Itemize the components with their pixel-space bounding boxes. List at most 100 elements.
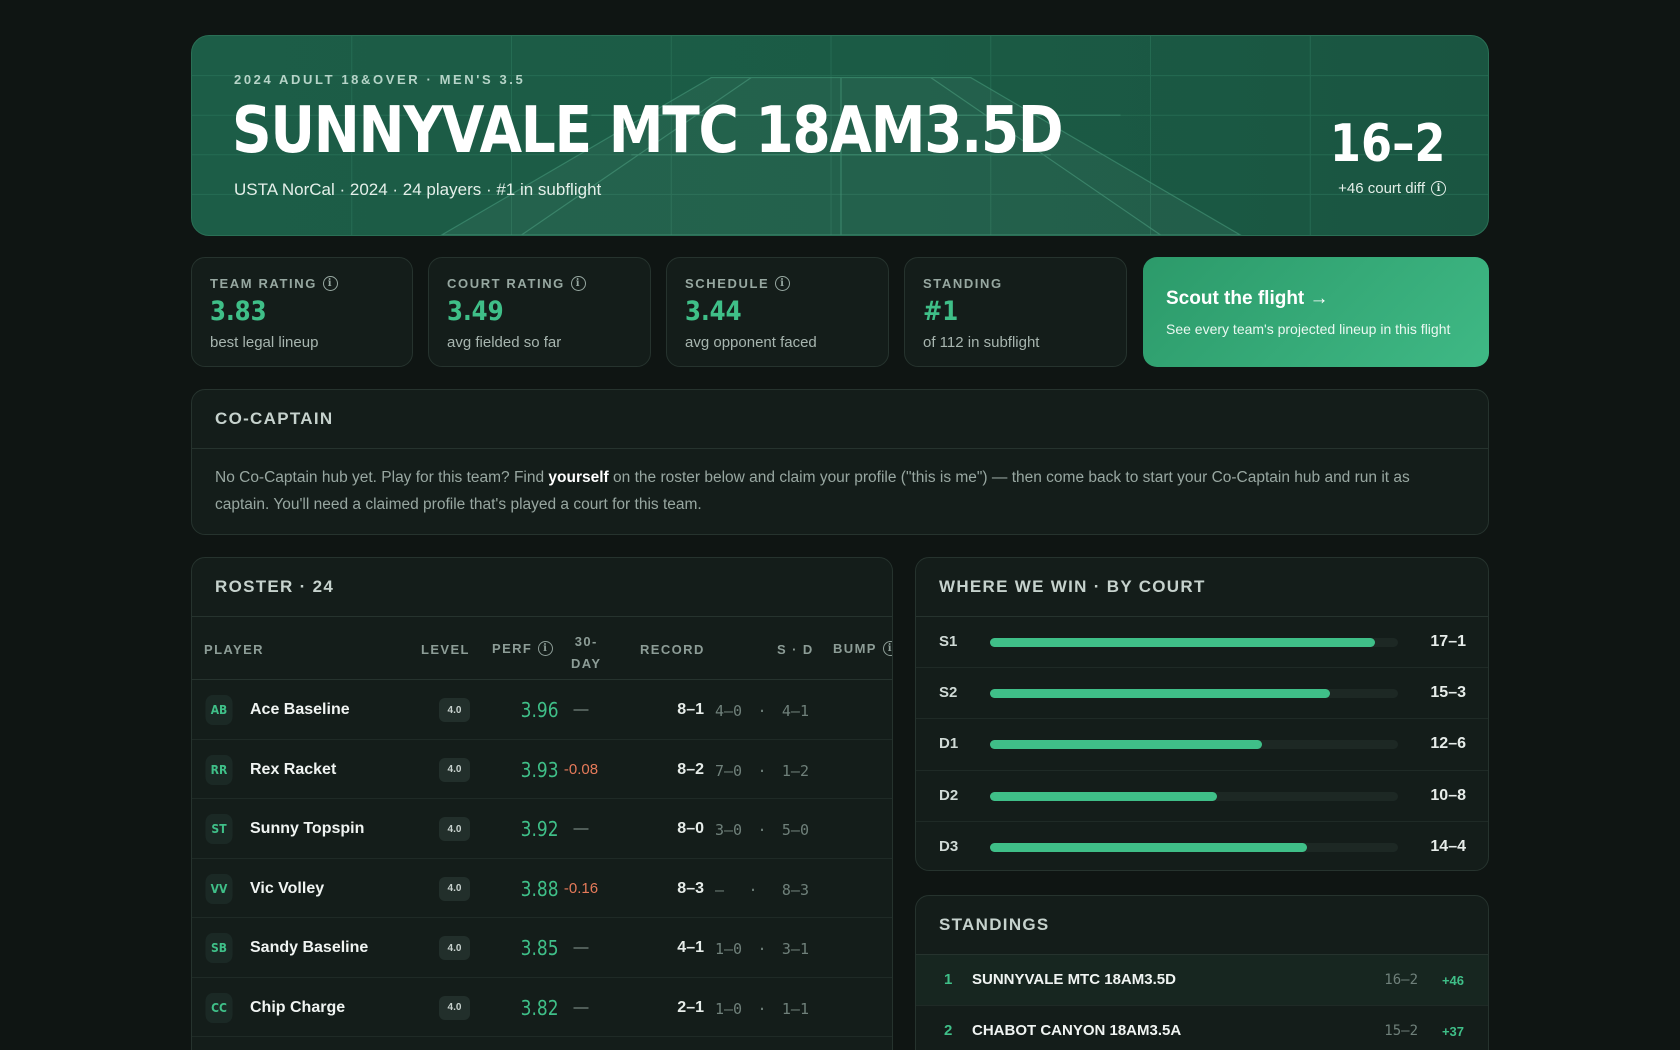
player-record: 4–1	[677, 939, 704, 956]
thirty-day-change: —	[573, 820, 589, 837]
col-record[interactable]: RECORD	[640, 642, 705, 657]
court-label: S2	[939, 684, 958, 702]
player-name[interactable]: Sunny Topspin	[250, 820, 364, 838]
stat-note: best legal lineup	[210, 334, 319, 351]
standing-team[interactable]: CHABOT CANYON 18AM3.5A	[972, 1022, 1181, 1039]
roster-row[interactable]: VV Vic Volley 4.0 3.88 -0.16 8–3— · 8–3	[192, 859, 892, 918]
court-row: S2 15–3	[916, 668, 1488, 720]
court-label: D2	[939, 786, 959, 804]
player-name[interactable]: Chip Charge	[250, 999, 345, 1017]
page: 2024 ADULT 18&OVER · MEN'S 3.5 SUNNYVALE…	[191, 35, 1489, 1050]
info-icon[interactable]: i	[775, 276, 791, 291]
info-icon[interactable]: i	[570, 276, 586, 291]
col-level[interactable]: LEVEL	[421, 642, 470, 657]
info-icon[interactable]: i	[1431, 181, 1446, 196]
standing-row[interactable]: 1 SUNNYVALE MTC 18AM3.5D 16–2 +46	[916, 955, 1488, 1006]
court-row: D3 14–4	[916, 822, 1488, 873]
stat-card-standing: STANDING #1 of 112 in subflight	[904, 257, 1127, 367]
separator-dot: ·	[757, 940, 767, 958]
doubles-record: 8–3	[781, 880, 809, 899]
roster-heading: ROSTER · 24	[192, 558, 892, 617]
stat-label: COURT RATING i	[447, 276, 586, 291]
player-name[interactable]: Ace Baseline	[250, 701, 350, 719]
player-name[interactable]: Sandy Baseline	[250, 939, 368, 957]
roster-row[interactable]: SB Sandy Baseline 4.0 3.85—4–1 1–0 · 3–1	[192, 918, 892, 978]
stat-value: 3.83	[210, 296, 267, 327]
roster-row[interactable]: RR Rex Racket 4.0 3.93 -0.08 8–2 7–0 · 1–2	[192, 740, 892, 799]
doubles-record: 4–1	[781, 702, 809, 720]
singles-doubles-record: 1–0 · 3–1	[715, 940, 809, 958]
co-captain-panel: CO-CAPTAIN No Co-Captain hub yet. Play f…	[191, 389, 1489, 535]
co-captain-heading: CO-CAPTAIN	[192, 390, 1488, 449]
court-diff-label: +46 court diff	[1338, 180, 1425, 197]
standing-diff: +46	[1441, 973, 1464, 988]
win-rate-track	[990, 842, 1398, 852]
col-bump[interactable]: BUMP i	[833, 641, 892, 656]
stat-card-court-rating: COURT RATING i 3.49 avg fielded so far	[428, 257, 651, 367]
court-row: S1 17–1	[916, 617, 1488, 669]
level-badge: 4.0	[439, 817, 470, 841]
team-record: 16–2	[1330, 114, 1446, 174]
level-badge: 4.0	[439, 995, 470, 1020]
thirty-day-change: —	[573, 701, 589, 718]
info-icon[interactable]: i	[882, 641, 892, 656]
player-record: 8–2	[677, 760, 704, 778]
roster-row[interactable]: CC Chip Charge 4.0 3.82—2–1 1–0 · 1–1	[192, 978, 892, 1037]
standing-row[interactable]: 2 CHABOT CANYON 18AM3.5A 15–2 +37	[916, 1006, 1488, 1050]
standing-rows: 1 SUNNYVALE MTC 18AM3.5D 16–2 +46 2 CHABOT CA…	[916, 955, 1488, 1050]
player-name[interactable]: Rex Racket	[250, 761, 336, 779]
player-avatar: VV	[205, 873, 233, 904]
court-row: D2 10–8	[916, 771, 1488, 822]
stat-cards: TEAM RATING i 3.83 best legal lineup COUR…	[191, 257, 1489, 367]
singles-doubles-record: — · 8–3	[715, 881, 809, 899]
team-hero-banner: 2024 ADULT 18&OVER · MEN'S 3.5 SUNNYVALE…	[191, 35, 1489, 236]
win-rate-bar	[990, 791, 1217, 801]
roster-row[interactable]: AB Ace Baseline 4.0 3.96—8–1 4–0 · 4–1	[192, 680, 892, 740]
thirty-day-change: -0.08	[563, 760, 599, 778]
court-diff: +46 court diff i	[1338, 180, 1446, 197]
scout-title: Scout the flight →	[1166, 288, 1329, 309]
thirty-day-change: —	[573, 939, 589, 956]
standing-team[interactable]: SUNNYVALE MTC 18AM3.5D	[972, 971, 1176, 988]
stat-card-team-rating: TEAM RATING i 3.83 best legal lineup	[191, 257, 413, 367]
standing-record: 15–2	[1384, 1023, 1418, 1039]
scout-desc: See every team's projected lineup in thi…	[1166, 321, 1451, 337]
player-record: 8–3	[677, 879, 704, 897]
stat-note: avg fielded so far	[447, 334, 562, 351]
standing-record: 16–2	[1384, 972, 1418, 988]
where-we-win-panel: WHERE WE WIN · BY COURT S1 17–1 S2 15–3 D1 12…	[915, 557, 1489, 871]
court-record: 12–6	[1430, 735, 1466, 753]
stat-card-schedule: SCHEDULE i 3.44 avg opponent faced	[666, 257, 889, 367]
stat-value: #1	[923, 296, 959, 327]
win-rate-bar	[990, 689, 1330, 699]
stat-note: of 112 in subflight	[923, 334, 1040, 351]
col-player[interactable]: PLAYER	[204, 642, 264, 657]
info-icon[interactable]: i	[538, 641, 554, 656]
singles-record: 1–0	[715, 940, 743, 958]
player-name[interactable]: Vic Volley	[250, 880, 324, 898]
win-rate-track	[990, 689, 1398, 699]
doubles-record: 5–0	[781, 821, 809, 839]
separator-dot: ·	[748, 880, 758, 899]
standings-heading: STANDINGS	[916, 896, 1488, 955]
stat-label: STANDING	[923, 276, 1003, 291]
col-30-day[interactable]: 30- DAY	[571, 631, 601, 675]
separator-dot: ·	[757, 999, 767, 1018]
col-perf[interactable]: PERF i	[492, 641, 554, 656]
info-icon[interactable]: i	[322, 276, 338, 291]
court-label: D3	[939, 837, 959, 855]
player-avatar: AB	[205, 695, 233, 725]
singles-doubles-record: 4–0 · 4–1	[715, 702, 809, 720]
roster-row[interactable]: ST Sunny Topspin 4.0 3.92—8–0 3–0 · 5–0	[192, 799, 892, 859]
col-sd[interactable]: S · D	[777, 642, 814, 657]
team-subtitle: USTA NorCal · 2024 · 24 players · #1 in …	[234, 180, 602, 199]
singles-record: 3–0	[715, 821, 743, 839]
singles-record: 7–0	[715, 761, 743, 780]
stat-value: 3.44	[685, 296, 742, 327]
scout-flight-button[interactable]: Scout the flight → See every team's proj…	[1143, 257, 1489, 367]
court-record: 17–1	[1430, 633, 1466, 650]
level-badge: 4.0	[439, 876, 470, 901]
season-eyebrow: 2024 ADULT 18&OVER · MEN'S 3.5	[234, 72, 526, 87]
co-captain-text: No Co-Captain hub yet. Play for this tea…	[215, 469, 1410, 513]
roster-rows: AB Ace Baseline 4.0 3.96—8–1 4–0 · 4–1 RR Rex Ra…	[192, 680, 892, 1037]
